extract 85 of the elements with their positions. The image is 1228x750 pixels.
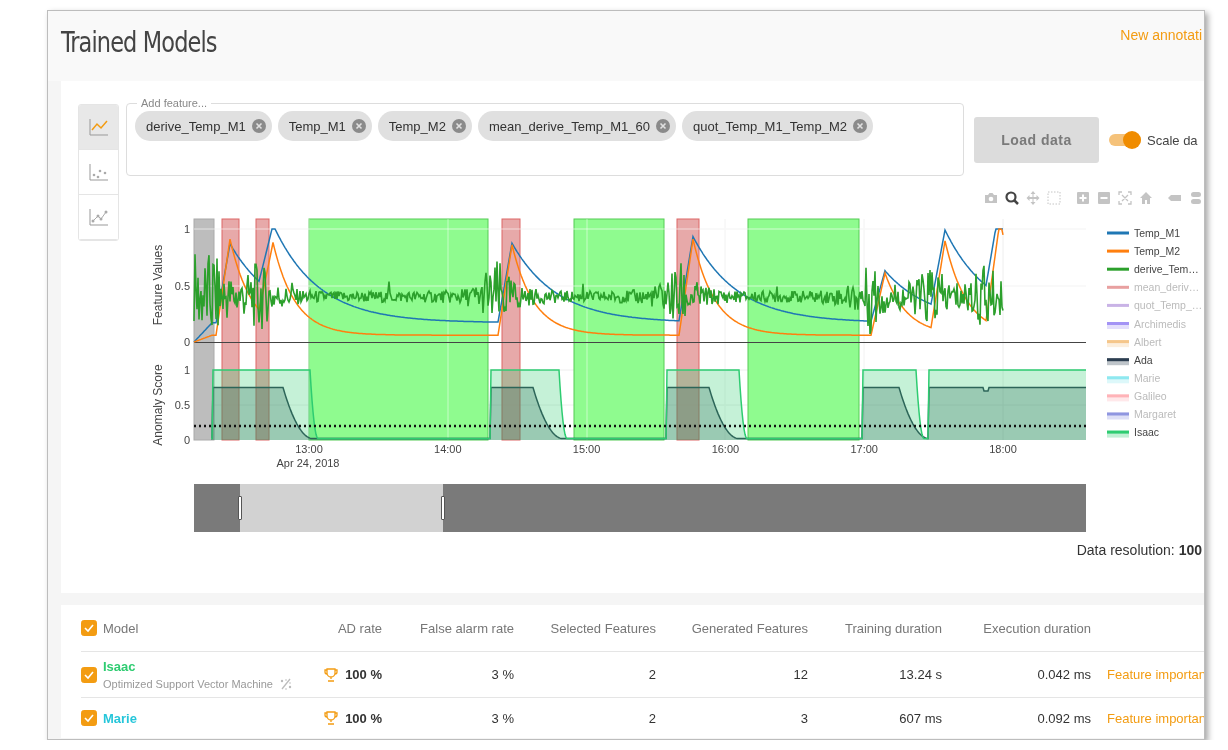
table-cell-text: 3 % xyxy=(490,667,514,682)
scatter-chart-icon xyxy=(86,161,111,183)
new-annotation-link[interactable]: New annotati xyxy=(1120,27,1202,43)
table-cell-text: 0.042 ms xyxy=(1036,667,1091,682)
select-icon[interactable] xyxy=(1046,189,1062,206)
legend-label[interactable]: Temp_M1 xyxy=(1134,227,1181,239)
checkbox[interactable] xyxy=(81,666,97,683)
feature-chip[interactable]: derive_Temp_M1 xyxy=(135,111,272,141)
legend-label[interactable]: Temp_M2 xyxy=(1134,245,1181,258)
axis-tick-label: 17:00 xyxy=(850,443,878,455)
axis-tick-label: 1 xyxy=(183,364,190,376)
feature-chip[interactable]: Temp_M2 xyxy=(377,111,472,141)
axis-tick-label: 18:00 xyxy=(989,443,1017,455)
trophy-icon xyxy=(324,711,339,725)
remove-icon[interactable] xyxy=(656,119,671,133)
legend-label[interactable]: quot_Temp_… xyxy=(1134,299,1203,312)
feature-chip[interactable]: quot_Temp_M1_Temp_M2 xyxy=(682,111,873,141)
feature-chip[interactable]: Temp_M1 xyxy=(277,111,372,141)
column-header: AD rate xyxy=(336,620,382,636)
axis-tick-label: 1 xyxy=(183,223,190,235)
axis-tick-label: 14:00 xyxy=(434,443,462,455)
axis-tick-label: 0 xyxy=(183,434,190,446)
feature-chip[interactable]: mean_derive_Temp_M1_60 xyxy=(477,111,677,141)
feature-field[interactable]: Add feature... derive_Temp_M1 Temp_M1 Temp_M2 mean_derive_Temp_M1_60 quot_Temp_M1_Temp_M2 xyxy=(126,97,964,176)
field-label: Add feature... xyxy=(140,97,209,109)
column-header: Model xyxy=(103,620,139,636)
axis-tick-label: 0.5 xyxy=(174,399,190,411)
axis-tick-label: 15:00 xyxy=(572,443,601,455)
legend-label[interactable]: Archimedis xyxy=(1134,317,1186,330)
table-cell-text: 607 ms xyxy=(898,710,942,726)
model-name[interactable]: Marie xyxy=(103,710,137,726)
axis-tick-label: 0 xyxy=(183,336,190,348)
zoomin-icon[interactable] xyxy=(1075,189,1091,206)
legend-label[interactable]: Margaret xyxy=(1134,408,1176,420)
legend-label[interactable]: mean_deriv… xyxy=(1134,281,1200,294)
column-header: Execution duration xyxy=(982,620,1091,636)
legend-label[interactable]: Galileo xyxy=(1134,389,1167,402)
axis-tick-label: 13:00 xyxy=(295,443,323,455)
axis-tick-label: 16:00 xyxy=(711,443,740,455)
range-handle[interactable] xyxy=(441,496,445,520)
checkbox[interactable] xyxy=(81,620,97,636)
legend-label[interactable]: Albert xyxy=(1134,335,1162,348)
column-header: False alarm rate xyxy=(419,620,514,636)
axis-tick-label: 0.5 xyxy=(174,280,190,292)
axis-title: Feature Values xyxy=(151,244,165,326)
model-name[interactable]: Isaac xyxy=(103,659,293,674)
toggle-label: Scale da xyxy=(1147,132,1198,148)
scale-toggle[interactable] xyxy=(1109,131,1141,149)
remove-icon[interactable] xyxy=(351,119,366,133)
table-cell-text: 12 xyxy=(792,667,808,682)
zoom-icon[interactable] xyxy=(1004,189,1020,206)
data-resolution-text: Data resolution: 100 xyxy=(1076,542,1202,558)
column-header: Generated Features xyxy=(690,620,808,636)
table-cell-text: 2 xyxy=(647,710,656,726)
table-cell: 100 % xyxy=(345,710,382,726)
axis-date-label: Apr 24, 2018 xyxy=(276,457,340,469)
page-title: Trained Models xyxy=(61,25,217,59)
range-handle[interactable] xyxy=(238,496,242,520)
trophy-icon xyxy=(324,667,339,682)
view-button[interactable] xyxy=(79,105,118,150)
table-cell-text: 13.24 s xyxy=(898,667,942,682)
checkbox[interactable] xyxy=(81,710,97,726)
model-type: Optimized Support Vector Machine xyxy=(103,678,273,690)
remove-icon[interactable] xyxy=(251,119,266,133)
column-header: Selected Features xyxy=(549,620,656,636)
legend-label[interactable]: Ada xyxy=(1134,353,1153,366)
legend-label[interactable]: Marie xyxy=(1134,371,1161,384)
remove-icon[interactable] xyxy=(852,119,867,133)
pan-icon[interactable] xyxy=(1025,189,1041,206)
remove-icon[interactable] xyxy=(451,119,466,133)
axis-title: Anomaly Score xyxy=(151,364,165,446)
table-cell-text: 3 % xyxy=(490,710,514,726)
optimized-icon xyxy=(279,678,293,690)
line-chart-icon xyxy=(86,116,111,138)
table-cell-text: 3 xyxy=(799,710,808,726)
legend-label[interactable]: derive_Tem… xyxy=(1134,263,1199,276)
home-icon[interactable] xyxy=(1138,189,1154,206)
linepoints-chart-icon xyxy=(86,206,111,228)
table-cell-text: 2 xyxy=(647,667,656,682)
zoomout-icon[interactable] xyxy=(1096,189,1112,206)
table-cell-text: 0.092 ms xyxy=(1036,710,1091,726)
autoscale-icon[interactable] xyxy=(1117,189,1133,206)
column-header: Training duration xyxy=(843,620,942,636)
table-cell: 100 % xyxy=(345,667,382,682)
legend-label[interactable]: Isaac xyxy=(1134,426,1160,439)
